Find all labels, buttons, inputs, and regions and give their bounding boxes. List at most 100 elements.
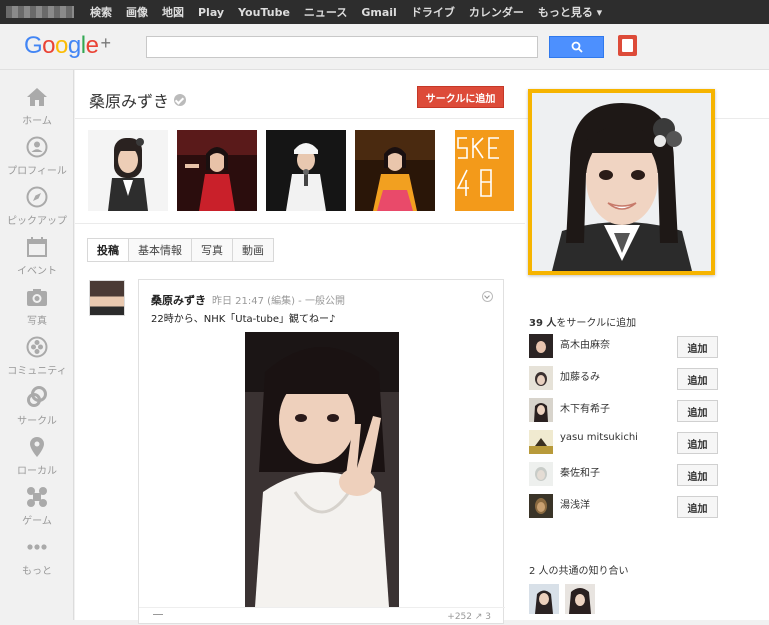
post-author-avatar[interactable] — [89, 280, 125, 316]
avatar[interactable] — [529, 398, 553, 422]
mutual-connections-title: 2 人の共通の知り合い — [529, 566, 629, 577]
avatar[interactable] — [529, 430, 553, 454]
add-button[interactable]: 追加 — [677, 400, 718, 422]
nav-explore[interactable]: ピックアップ — [0, 186, 74, 236]
link-gmail[interactable]: Gmail — [361, 6, 396, 19]
compass-icon — [26, 186, 48, 208]
avatar[interactable] — [529, 494, 553, 518]
profile-tabs: 投稿 基本情報 写真 動画 — [87, 238, 274, 262]
notification-icon[interactable] — [618, 35, 637, 56]
add-button[interactable]: 追加 — [677, 464, 718, 486]
avatar[interactable] — [529, 334, 553, 358]
link-more[interactable]: もっと見る ▾ — [538, 4, 602, 20]
follower-name[interactable]: 高木由麻奈 — [560, 336, 610, 351]
communities-icon — [26, 336, 48, 358]
circles-icon — [27, 386, 47, 407]
avatar[interactable] — [529, 366, 553, 390]
nav-explore-label: ピックアップ — [7, 216, 67, 227]
add-button[interactable]: 追加 — [677, 432, 718, 454]
add-button[interactable]: 追加 — [677, 496, 718, 518]
nav-local[interactable]: ローカル — [0, 436, 74, 486]
profile-photo-image — [532, 93, 711, 271]
follower-row: 高木由麻奈 追加 — [529, 334, 719, 360]
follower-row: 木下有希子 追加 — [529, 398, 719, 424]
nav-photos-label: 写真 — [27, 316, 47, 327]
scrapbook-photo[interactable] — [355, 130, 435, 211]
nav-circles-label: サークル — [17, 416, 57, 427]
tab-posts[interactable]: 投稿 — [87, 238, 129, 262]
google-bar: 検索 画像 地図 Play YouTube ニュース Gmail ドライブ カレ… — [0, 0, 769, 24]
post-card: 桑原みずき 昨日 21:47 (編集) - 一般公開 22時から、NHK「Uta-… — [138, 279, 505, 625]
search-button[interactable] — [549, 36, 604, 58]
circled-count: 39 人 — [529, 318, 557, 329]
follower-row: 加藤るみ 追加 — [529, 366, 719, 392]
follower-name[interactable]: 秦佐和子 — [560, 464, 600, 479]
link-calendar[interactable]: カレンダー — [469, 4, 524, 20]
nav-profile[interactable]: プロフィール — [0, 136, 74, 186]
nav-communities[interactable]: コミュニティ — [0, 336, 74, 386]
follower-row: yasu mitsukichi 追加 — [529, 430, 719, 456]
nav-circles[interactable]: サークル — [0, 386, 74, 436]
add-to-circles-button[interactable]: サークルに追加 — [417, 86, 504, 108]
nav-more[interactable]: もっと — [0, 536, 74, 586]
profile-photo[interactable] — [528, 89, 715, 275]
profile-name-row: 桑原みずき — [89, 88, 187, 112]
link-play[interactable]: Play — [198, 6, 224, 19]
scrapbook-photo[interactable] — [266, 130, 346, 211]
follower-name[interactable]: 湯浅洋 — [560, 496, 590, 511]
nav-games[interactable]: ゲーム — [0, 486, 74, 536]
scrapbook-photo[interactable] — [177, 130, 257, 211]
nav-local-label: ローカル — [17, 466, 57, 477]
link-drive[interactable]: ドライブ — [411, 4, 455, 20]
verified-icon — [174, 94, 187, 106]
tab-photos[interactable]: 写真 — [191, 238, 233, 262]
search-input[interactable] — [146, 36, 538, 58]
follower-name[interactable]: 木下有希子 — [560, 400, 610, 415]
post-photo[interactable] — [245, 332, 399, 607]
nav-games-label: ゲーム — [22, 516, 52, 527]
follower-row: 秦佐和子 追加 — [529, 462, 719, 488]
post-menu-icon[interactable] — [482, 291, 493, 302]
avatar[interactable] — [529, 462, 553, 486]
nav-events[interactable]: イベント — [0, 236, 74, 286]
avatar[interactable] — [529, 584, 559, 614]
nav-home[interactable]: ホーム — [0, 86, 74, 136]
calendar-icon — [27, 237, 47, 257]
blurred-username — [6, 6, 74, 18]
nav-events-label: イベント — [17, 266, 57, 277]
follower-name[interactable]: 加藤るみ — [560, 368, 600, 383]
home-icon — [27, 88, 47, 106]
camera-icon — [27, 289, 47, 306]
add-button[interactable]: 追加 — [677, 368, 718, 390]
follower-name[interactable]: yasu mitsukichi — [560, 432, 638, 443]
post-author[interactable]: 桑原みずき — [151, 294, 206, 307]
circled-by-title: 39 人をサークルに追加 — [529, 314, 636, 329]
profile-name: 桑原みずき — [89, 92, 170, 111]
left-navigation: ホーム プロフィール ピックアップ イベント 写真 コミュニティ サークル ロー… — [0, 70, 74, 620]
link-images[interactable]: 画像 — [126, 4, 148, 20]
more-icon — [27, 544, 47, 550]
google-plus-logo[interactable]: Google + — [24, 32, 111, 60]
post-plusone-count[interactable]: +252 ↗ 3 — [447, 612, 491, 622]
add-button[interactable]: 追加 — [677, 336, 718, 358]
link-search[interactable]: 検索 — [90, 4, 112, 20]
link-maps[interactable]: 地図 — [162, 4, 184, 20]
link-news[interactable]: ニュース — [304, 4, 347, 20]
scrapbook-photo[interactable] — [88, 130, 168, 211]
post-text: 22時から、NHK「Uta-tube」観てねー♪ — [151, 314, 336, 325]
share-icon[interactable] — [153, 614, 163, 620]
post-footer: +252 ↗ 3 — [139, 607, 505, 625]
tab-about[interactable]: 基本情報 — [128, 238, 192, 262]
nav-photos[interactable]: 写真 — [0, 286, 74, 336]
ske48-logo-photo[interactable] — [455, 130, 514, 211]
nav-profile-label: プロフィール — [7, 166, 67, 177]
tab-videos[interactable]: 動画 — [232, 238, 274, 262]
nav-more-label: もっと — [22, 566, 52, 577]
post-header: 桑原みずき 昨日 21:47 (編集) - 一般公開 — [151, 292, 345, 308]
header: Google + — [0, 24, 769, 70]
search-icon — [571, 41, 583, 53]
nav-communities-label: コミュニティ — [7, 366, 67, 377]
post-meta: 昨日 21:47 (編集) - 一般公開 — [212, 296, 345, 307]
link-youtube[interactable]: YouTube — [238, 6, 290, 19]
avatar[interactable] — [565, 584, 595, 614]
